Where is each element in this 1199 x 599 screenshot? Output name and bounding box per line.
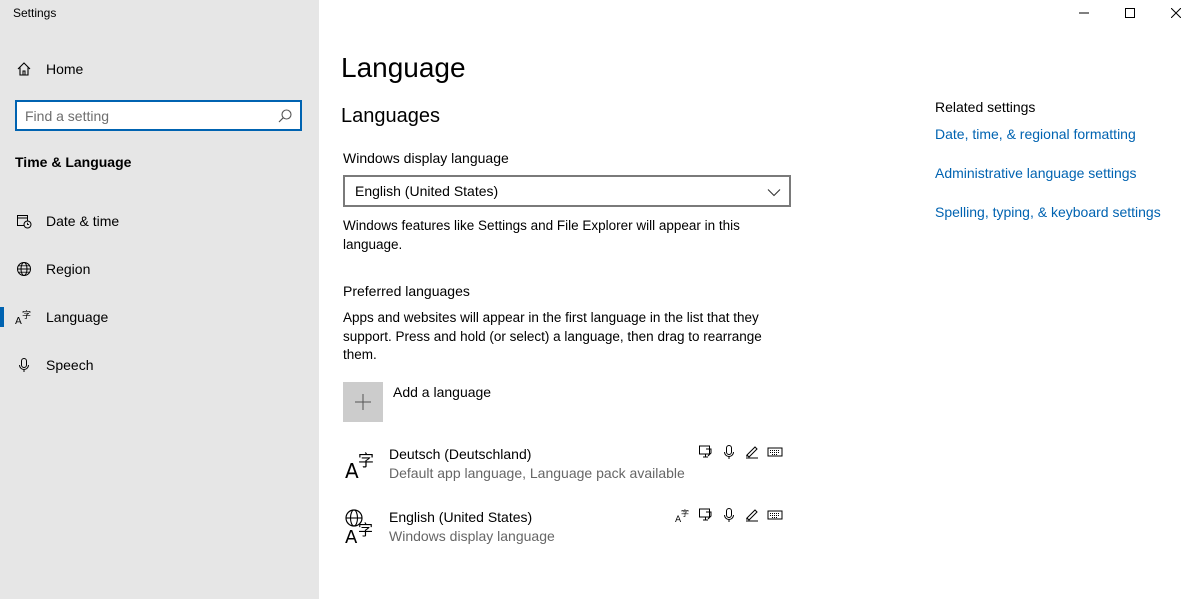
language-icon: A字 xyxy=(343,444,379,484)
globe-icon xyxy=(15,260,33,278)
sidebar-item-label: Region xyxy=(46,261,91,277)
sidebar-item-label: Language xyxy=(46,309,109,325)
language-pack-icon: A字 xyxy=(675,507,691,523)
text-to-speech-icon xyxy=(698,507,714,523)
section-heading: Time & Language xyxy=(15,154,132,170)
language-icon: A字 xyxy=(15,308,33,326)
maximize-icon xyxy=(1125,8,1135,18)
sidebar-item-label: Date & time xyxy=(46,213,120,229)
sidebar-item-language[interactable]: A字 Language xyxy=(0,297,319,337)
preferred-languages-heading: Preferred languages xyxy=(343,283,470,299)
display-language-icon: A字 xyxy=(343,507,379,548)
display-language-dropdown[interactable]: English (United States) xyxy=(343,175,791,207)
maximize-button[interactable] xyxy=(1107,0,1153,26)
sidebar-item-label: Speech xyxy=(46,357,94,373)
microphone-icon xyxy=(721,507,737,523)
svg-text:字: 字 xyxy=(681,508,689,518)
search-box xyxy=(15,100,302,131)
minimize-button[interactable] xyxy=(1061,0,1107,26)
display-language-description: Windows features like Settings and File … xyxy=(343,218,740,252)
app-title: Settings xyxy=(13,6,57,20)
svg-text:A: A xyxy=(345,527,358,547)
microphone-icon xyxy=(15,356,33,374)
search-input[interactable] xyxy=(25,106,270,126)
language-features xyxy=(698,444,783,460)
language-item-english[interactable]: A字 English (United States) Windows displ… xyxy=(343,507,783,557)
svg-text:字: 字 xyxy=(22,309,31,321)
handwriting-icon xyxy=(744,507,760,523)
sidebar-item-home[interactable]: Home xyxy=(0,49,319,89)
link-spelling-typing-keyboard[interactable]: Spelling, typing, & keyboard settings xyxy=(935,204,1161,220)
languages-heading: Languages xyxy=(341,105,440,127)
calendar-clock-icon xyxy=(15,212,33,230)
link-administrative-language[interactable]: Administrative language settings xyxy=(935,165,1137,181)
svg-text:A: A xyxy=(15,316,22,326)
handwriting-icon xyxy=(744,444,760,460)
minimize-icon xyxy=(1079,12,1089,14)
language-name: Deutsch (Deutschland) xyxy=(389,446,532,462)
close-icon xyxy=(1171,8,1181,18)
search-icon[interactable] xyxy=(277,108,293,124)
chevron-down-icon xyxy=(767,185,781,197)
add-language-button[interactable]: Add a language xyxy=(343,382,643,422)
preferred-languages-description: Apps and websites will appear in the fir… xyxy=(343,310,762,362)
sidebar-item-date-time[interactable]: Date & time xyxy=(0,201,319,241)
language-item-deutsch[interactable]: A字 Deutsch (Deutschland) Default app lan… xyxy=(343,444,783,494)
plus-icon xyxy=(343,382,383,422)
svg-text:字: 字 xyxy=(358,521,373,539)
window-controls xyxy=(1061,0,1199,26)
microphone-icon xyxy=(721,444,737,460)
language-status: Windows display language xyxy=(389,528,555,544)
display-language-label: Windows display language xyxy=(343,150,509,166)
dropdown-value: English (United States) xyxy=(355,183,499,199)
close-button[interactable] xyxy=(1153,0,1199,26)
link-date-time-formatting[interactable]: Date, time, & regional formatting xyxy=(935,126,1136,142)
language-status: Default app language, Language pack avai… xyxy=(389,465,685,481)
active-indicator xyxy=(0,307,4,327)
language-name: English (United States) xyxy=(389,509,533,525)
keyboard-icon xyxy=(767,444,783,460)
related-settings-title: Related settings xyxy=(935,99,1036,115)
svg-text:字: 字 xyxy=(358,451,374,470)
page-title: Language xyxy=(341,52,466,83)
sidebar-item-label: Home xyxy=(46,61,84,77)
home-icon xyxy=(15,60,33,78)
keyboard-icon xyxy=(767,507,783,523)
sidebar: Settings Home Time & Language Date & tim… xyxy=(0,0,319,599)
svg-text:A: A xyxy=(345,459,359,483)
sidebar-item-speech[interactable]: Speech xyxy=(0,345,319,385)
sidebar-item-region[interactable]: Region xyxy=(0,249,319,289)
language-features: A字 xyxy=(675,507,783,523)
text-to-speech-icon xyxy=(698,444,714,460)
add-language-label: Add a language xyxy=(393,384,492,400)
